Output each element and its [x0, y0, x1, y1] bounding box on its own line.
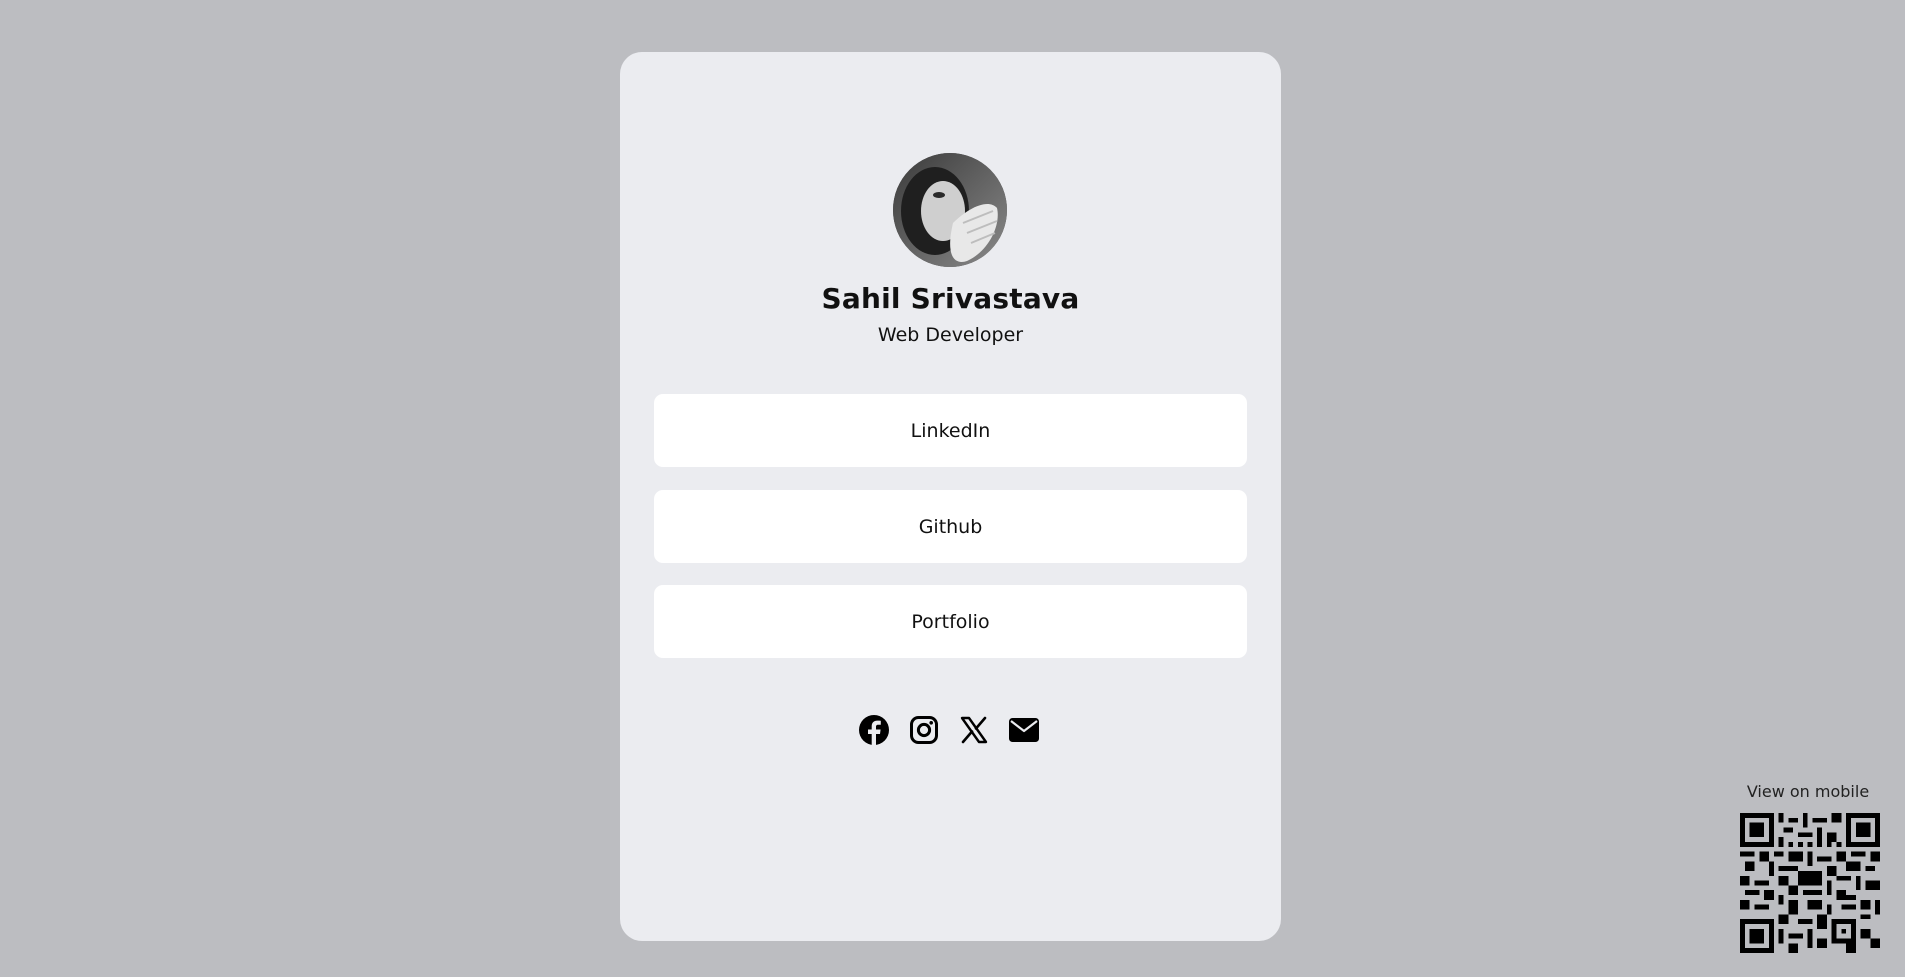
avatar [893, 153, 1007, 267]
profile-role: Web Developer [877, 324, 1024, 346]
avatar-photo [893, 153, 1007, 267]
instagram-icon[interactable] [906, 712, 942, 748]
facebook-icon[interactable] [856, 712, 892, 748]
qr-label: View on mobile [1746, 782, 1870, 801]
profile-card: Sahil Srivastava Web Developer LinkedIn … [620, 52, 1281, 941]
portfolio-link-button[interactable]: Portfolio [654, 585, 1247, 658]
qr-code-image [1740, 813, 1880, 953]
mail-icon[interactable] [1006, 712, 1042, 748]
linkedin-link-button[interactable]: LinkedIn [654, 394, 1247, 467]
profile-name: Sahil Srivastava [821, 282, 1080, 315]
x-icon[interactable] [956, 712, 992, 748]
qr-widget: View on mobile [1728, 782, 1888, 953]
github-link-button[interactable]: Github [654, 490, 1247, 563]
